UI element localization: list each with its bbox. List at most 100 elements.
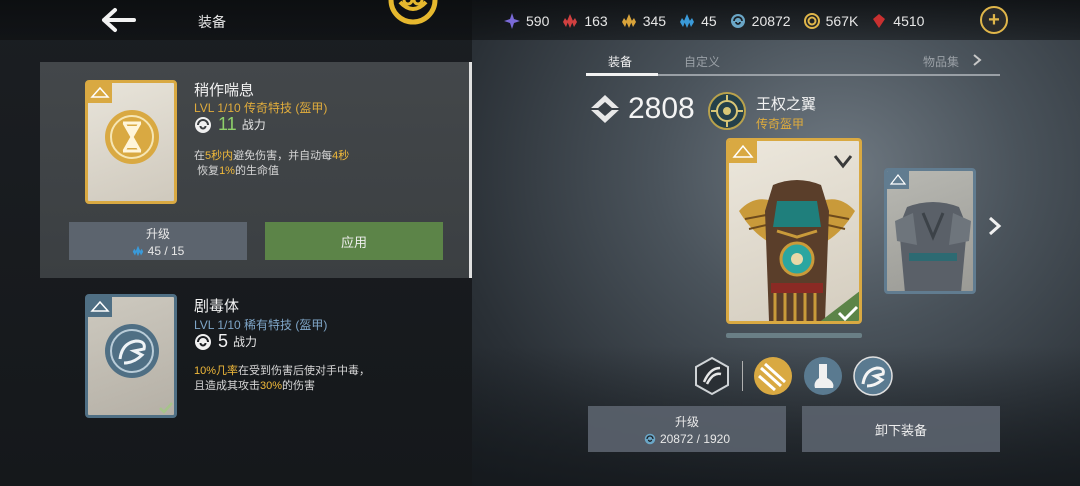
power-value: 5 [218,331,229,351]
skill-description: 在5秒内避免伤害，并自动每4秒 恢复1%的生命值 [194,149,349,179]
desc-text: 在 [194,150,205,162]
armor-set-emblem-icon [708,92,746,130]
snake-icon [105,324,159,378]
game-screen: 装备 590 163 345 45 20872 567K 4510 + 稍作喘息… [0,0,1080,486]
next-item-chevron-icon[interactable] [986,214,1004,238]
resource-value: 4510 [893,13,925,29]
resource-coins[interactable]: 567K [803,13,859,29]
armor-illustration-icon [895,202,971,291]
plus-icon: + [988,9,1000,31]
desc-highlight: 5秒内 [205,150,234,162]
power-label: 战力 [233,335,258,349]
desc-highlight: 4秒 [332,150,350,162]
ability-slot[interactable] [753,356,793,396]
resource-value: 345 [642,13,667,29]
red-ruby-icon [873,14,886,28]
add-currency-button[interactable]: + [980,6,1008,34]
swirl-power-icon [195,333,211,350]
claw-slash-icon [695,356,729,396]
ability-slot[interactable] [692,356,732,396]
selection-indicator [469,62,472,278]
skill-power: 11 战力 [194,114,266,135]
chevron-right-icon[interactable] [972,53,982,67]
skill-card-image[interactable] [85,294,177,418]
blue-crystal-icon [132,245,143,256]
swirl-power-icon [195,116,211,133]
resource-gold-crystal[interactable]: 345 [621,13,666,29]
skill-power: 5 战力 [194,331,257,352]
resource-value: 590 [526,13,550,29]
upgrade-gear-button[interactable]: 升级 20872 / 1920 [588,406,786,452]
resource-power[interactable]: 20872 [730,13,791,29]
ability-slot[interactable] [803,356,843,396]
alternate-armor-card[interactable] [884,168,976,294]
hourglass-icon [105,110,159,164]
upgrade-cost: 20872 / 1920 [659,431,731,446]
back-button[interactable] [100,6,136,34]
page-title: 装备 [198,14,226,30]
apply-button[interactable]: 应用 [265,222,443,260]
desc-text: 避免伤害，并自动每 [233,150,333,162]
gear-progress-bar [726,333,862,338]
ability-row [692,354,903,398]
apply-label: 应用 [340,234,367,250]
blue-crystal-icon [680,14,695,28]
divider [742,361,743,391]
unequip-label: 卸下装备 [874,422,927,438]
swirl-power-icon [730,14,745,28]
equipped-armor-card[interactable] [726,138,862,324]
desc-text: 且造成其攻击 [194,380,260,392]
resource-ruby[interactable]: 4510 [871,13,924,29]
desc-text: 的生命值 [234,165,279,177]
desc-highlight: 10%几率 [194,365,239,377]
desc-highlight: 1% [219,165,235,177]
rarity-tab-icon [88,83,112,103]
gear-score: 2808 [588,92,695,126]
gear-score-value: 2808 [628,92,695,125]
resource-value: 20872 [751,13,791,29]
desc-text: 的伤害 [282,380,316,392]
power-value: 11 [218,114,237,134]
skill-description: 10%几率在受到伤害后使对手中毒， 且造成其攻击30%的伤害 [194,364,370,394]
gear-score-icon [590,95,620,123]
gold-coin-icon [803,13,820,29]
resource-blue-crystal[interactable]: 45 [679,13,717,29]
tab-customize[interactable]: 自定义 [684,53,720,70]
desc-text: 恢复 [197,165,220,177]
upgrade-label: 升级 [145,226,170,241]
tab-equipment[interactable]: 装备 [608,53,632,70]
resource-bar: 590 163 345 45 20872 567K 4510 [504,10,937,32]
resource-value: 567K [825,13,859,29]
game-emblem-icon [388,0,438,25]
power-label: 战力 [241,118,266,132]
desc-text: 在受到伤害后使对手中毒， [238,365,371,377]
swirl-power-icon [644,433,656,444]
resource-value: 45 [701,13,717,29]
rarity-tab-icon [887,171,909,189]
chevron-down-icon[interactable] [833,153,853,169]
snake-icon [853,356,893,396]
unequip-button[interactable]: 卸下装备 [802,406,1000,452]
triple-slash-icon [754,357,792,395]
purple-star-icon [504,13,520,29]
resource-value: 163 [584,13,608,29]
skill-name: 稍作喘息 [194,82,255,99]
tab-item-set[interactable]: 物品集 [923,53,959,70]
equipped-check-icon [820,291,859,321]
active-tab-underline [586,73,658,76]
gear-rarity: 传奇盔甲 [756,117,805,131]
gear-name: 王权之翼 [756,96,817,113]
foot-icon [804,357,842,395]
checkmark-icon [159,402,173,414]
ability-slot[interactable] [853,356,893,396]
skill-card-image[interactable] [85,80,177,204]
back-arrow-icon [102,8,136,32]
resource-red-crystal[interactable]: 163 [562,13,608,29]
resource-purple-star[interactable]: 590 [504,13,549,29]
rarity-tab-icon [88,297,112,317]
upgrade-label: 升级 [674,414,699,429]
rarity-tab-icon [729,141,757,163]
red-crystal-icon [563,14,578,28]
upgrade-skill-button[interactable]: 升级 45 / 15 [69,222,247,260]
desc-highlight: 30% [260,380,283,392]
